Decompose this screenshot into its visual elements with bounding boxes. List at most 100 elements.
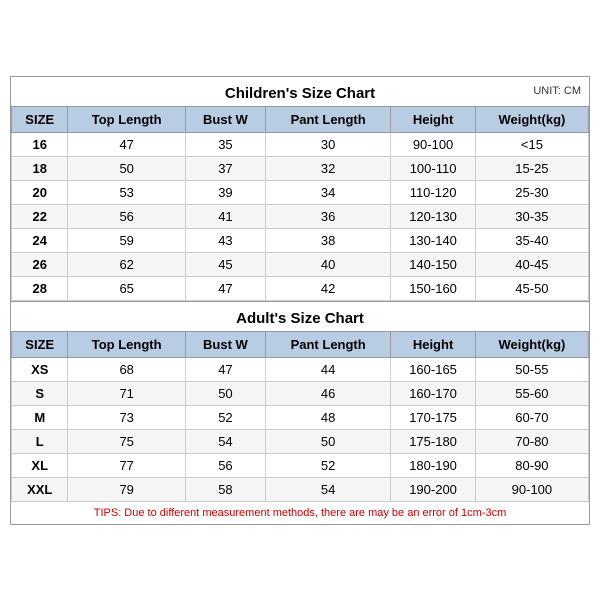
adult-col-size: SIZE — [12, 331, 68, 357]
table-cell: 28 — [12, 276, 68, 300]
table-cell: 47 — [185, 357, 265, 381]
table-cell: L — [12, 429, 68, 453]
table-cell: 54 — [185, 429, 265, 453]
children-header-row: SIZE Top Length Bust W Pant Length Heigh… — [12, 106, 589, 132]
table-cell: 70-80 — [475, 429, 588, 453]
table-cell: XL — [12, 453, 68, 477]
table-row: 28654742150-16045-50 — [12, 276, 589, 300]
size-chart-container: Children's Size Chart UNIT: CM SIZE Top … — [10, 76, 590, 525]
table-row: 26624540140-15040-45 — [12, 252, 589, 276]
table-cell: XXL — [12, 477, 68, 501]
table-cell: 54 — [266, 477, 391, 501]
table-row: S715046160-17055-60 — [12, 381, 589, 405]
table-cell: 90-100 — [475, 477, 588, 501]
col-top-length: Top Length — [68, 106, 185, 132]
adult-table: SIZE Top Length Bust W Pant Length Heigh… — [11, 331, 589, 502]
adult-col-top-length: Top Length — [68, 331, 185, 357]
adult-tbody: XS684744160-16550-55S715046160-17055-60M… — [12, 357, 589, 501]
table-cell: 34 — [266, 180, 391, 204]
unit-label: UNIT: CM — [533, 85, 581, 97]
table-row: 24594338130-14035-40 — [12, 228, 589, 252]
table-cell: 16 — [12, 132, 68, 156]
table-cell: 77 — [68, 453, 185, 477]
table-cell: 47 — [68, 132, 185, 156]
table-cell: 60-70 — [475, 405, 588, 429]
adult-col-bust-w: Bust W — [185, 331, 265, 357]
table-cell: 30-35 — [475, 204, 588, 228]
table-cell: 22 — [12, 204, 68, 228]
tips-text: TIPS: Due to different measurement metho… — [11, 502, 589, 524]
table-cell: 40 — [266, 252, 391, 276]
table-cell: 50-55 — [475, 357, 588, 381]
table-cell: 40-45 — [475, 252, 588, 276]
table-cell: 73 — [68, 405, 185, 429]
table-cell: 50 — [266, 429, 391, 453]
table-cell: 45-50 — [475, 276, 588, 300]
table-cell: 160-170 — [391, 381, 476, 405]
col-pant-length: Pant Length — [266, 106, 391, 132]
table-cell: 35-40 — [475, 228, 588, 252]
table-cell: 42 — [266, 276, 391, 300]
table-cell: 43 — [185, 228, 265, 252]
table-cell: 59 — [68, 228, 185, 252]
table-cell: 47 — [185, 276, 265, 300]
adult-col-weight: Weight(kg) — [475, 331, 588, 357]
table-cell: 90-100 — [391, 132, 476, 156]
children-tbody: 1647353090-100<1518503732100-11015-25205… — [12, 132, 589, 300]
table-cell: 38 — [266, 228, 391, 252]
table-cell: 110-120 — [391, 180, 476, 204]
adult-col-pant-length: Pant Length — [266, 331, 391, 357]
table-cell: 79 — [68, 477, 185, 501]
table-cell: 65 — [68, 276, 185, 300]
table-cell: 68 — [68, 357, 185, 381]
col-bust-w: Bust W — [185, 106, 265, 132]
table-row: XS684744160-16550-55 — [12, 357, 589, 381]
col-weight: Weight(kg) — [475, 106, 588, 132]
table-cell: 56 — [185, 453, 265, 477]
table-row: M735248170-17560-70 — [12, 405, 589, 429]
table-cell: 150-160 — [391, 276, 476, 300]
adult-title: Adult's Size Chart — [11, 301, 589, 331]
table-cell: 46 — [266, 381, 391, 405]
adult-col-height: Height — [391, 331, 476, 357]
table-cell: 26 — [12, 252, 68, 276]
col-height: Height — [391, 106, 476, 132]
table-cell: 24 — [12, 228, 68, 252]
table-cell: 58 — [185, 477, 265, 501]
table-row: 20533934110-12025-30 — [12, 180, 589, 204]
col-size: SIZE — [12, 106, 68, 132]
table-cell: 45 — [185, 252, 265, 276]
adult-title-text: Adult's Size Chart — [236, 310, 364, 327]
table-cell: 71 — [68, 381, 185, 405]
table-cell: 25-30 — [475, 180, 588, 204]
table-cell: 53 — [68, 180, 185, 204]
table-cell: S — [12, 381, 68, 405]
children-title-text: Children's Size Chart — [225, 85, 375, 102]
table-row: 22564136120-13030-35 — [12, 204, 589, 228]
table-cell: 180-190 — [391, 453, 476, 477]
table-row: L755450175-18070-80 — [12, 429, 589, 453]
table-cell: 39 — [185, 180, 265, 204]
children-table: SIZE Top Length Bust W Pant Length Heigh… — [11, 106, 589, 301]
table-cell: 41 — [185, 204, 265, 228]
table-cell: 100-110 — [391, 156, 476, 180]
table-cell: 170-175 — [391, 405, 476, 429]
adult-header-row: SIZE Top Length Bust W Pant Length Heigh… — [12, 331, 589, 357]
table-cell: 20 — [12, 180, 68, 204]
table-cell: 35 — [185, 132, 265, 156]
table-cell: 140-150 — [391, 252, 476, 276]
table-row: 18503732100-11015-25 — [12, 156, 589, 180]
table-cell: 48 — [266, 405, 391, 429]
table-row: 1647353090-100<15 — [12, 132, 589, 156]
table-cell: 175-180 — [391, 429, 476, 453]
table-cell: 52 — [266, 453, 391, 477]
table-cell: 32 — [266, 156, 391, 180]
table-cell: 120-130 — [391, 204, 476, 228]
children-title: Children's Size Chart UNIT: CM — [11, 77, 589, 106]
table-cell: 36 — [266, 204, 391, 228]
table-cell: M — [12, 405, 68, 429]
table-cell: 50 — [68, 156, 185, 180]
table-cell: 18 — [12, 156, 68, 180]
table-cell: 52 — [185, 405, 265, 429]
table-cell: 50 — [185, 381, 265, 405]
